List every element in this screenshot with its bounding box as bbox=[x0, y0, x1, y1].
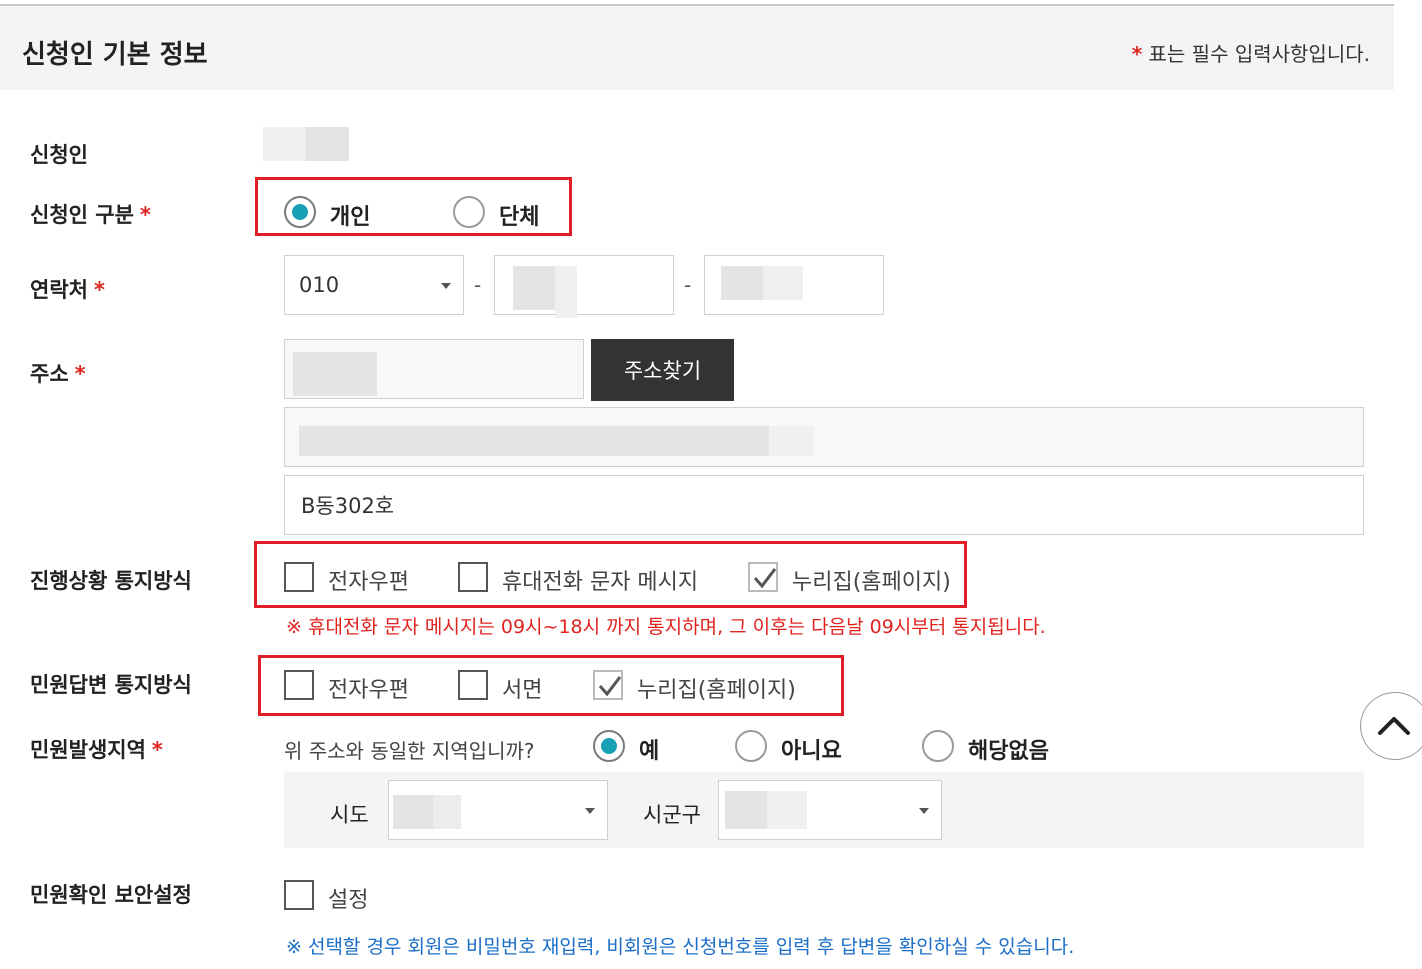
label-answer-notify: 민원답변 통지방식 bbox=[30, 673, 192, 697]
radio-region-yes[interactable] bbox=[593, 730, 625, 762]
section-title: 신청인 기본 정보 bbox=[22, 40, 208, 70]
address-search-button[interactable]: 주소찾기 bbox=[591, 339, 734, 401]
phone-separator-1: - bbox=[474, 273, 482, 297]
address-main-input[interactable] bbox=[284, 407, 1364, 467]
check-answer-paper[interactable] bbox=[458, 670, 488, 700]
postcode-input[interactable] bbox=[284, 339, 584, 399]
phone-separator-2: - bbox=[684, 273, 692, 297]
phone-middle-redacted-2 bbox=[555, 266, 577, 318]
sms-notice: ※ 휴대전화 문자 메시지는 09시~18시 까지 통지하며, 그 이후는 다음… bbox=[286, 616, 1046, 638]
phone-last-redacted bbox=[721, 266, 765, 300]
region-question: 위 주소와 동일한 지역입니까? bbox=[284, 739, 535, 763]
check-answer-email[interactable] bbox=[284, 670, 314, 700]
sigungu-select[interactable] bbox=[718, 780, 942, 840]
section-header: 신청인 기본 정보 * 표는 필수 입력사항입니다. bbox=[0, 4, 1394, 90]
sigungu-label: 시군구 bbox=[643, 803, 701, 827]
sido-select[interactable] bbox=[388, 780, 608, 840]
sido-label: 시도 bbox=[330, 803, 369, 827]
sido-redacted-2 bbox=[433, 795, 461, 829]
check-progress-email-label: 전자우편 bbox=[328, 570, 409, 595]
security-notice: ※ 선택할 경우 회원은 비밀번호 재입력, 비회원은 신청번호를 입력 후 답… bbox=[286, 936, 1075, 958]
phone-middle-input[interactable] bbox=[494, 255, 674, 318]
radio-individual[interactable] bbox=[284, 196, 316, 228]
label-address: 주소 * bbox=[30, 362, 86, 386]
label-applicant-type: 신청인 구분 * bbox=[30, 203, 151, 227]
check-progress-email[interactable] bbox=[284, 562, 314, 592]
checkmark-icon bbox=[598, 676, 622, 697]
checkmark-icon bbox=[753, 568, 777, 589]
radio-region-na-label: 해당없음 bbox=[968, 739, 1049, 764]
address-main-redacted-2 bbox=[769, 426, 814, 456]
scroll-top-button[interactable] bbox=[1360, 692, 1422, 760]
chevron-up-icon bbox=[1378, 717, 1410, 735]
label-contact: 연락처 * bbox=[30, 278, 105, 302]
phone-last-input[interactable] bbox=[704, 255, 884, 315]
check-security-label: 설정 bbox=[328, 888, 369, 913]
region-select-panel: 시도 시군구 bbox=[284, 772, 1364, 848]
applicant-name-redacted-2 bbox=[306, 127, 349, 161]
phone-last-redacted-2 bbox=[763, 266, 803, 300]
label-security: 민원확인 보안설정 bbox=[30, 883, 192, 907]
check-answer-email-label: 전자우편 bbox=[328, 678, 409, 703]
radio-group[interactable] bbox=[453, 196, 485, 228]
check-progress-sms-label: 휴대전화 문자 메시지 bbox=[502, 570, 699, 595]
caret-down-icon bbox=[441, 283, 451, 289]
sido-redacted bbox=[393, 795, 435, 829]
label-region: 민원발생지역 * bbox=[30, 738, 163, 762]
radio-region-na[interactable] bbox=[922, 730, 954, 762]
check-answer-homepage-label: 누리집(홈페이지) bbox=[637, 678, 796, 703]
address-detail-input[interactable]: B동302호 bbox=[284, 475, 1364, 535]
sigungu-redacted bbox=[725, 791, 767, 829]
label-progress-notify: 진행상황 통지방식 bbox=[30, 569, 192, 593]
check-progress-homepage-label: 누리집(홈페이지) bbox=[792, 570, 951, 595]
check-security[interactable] bbox=[284, 880, 314, 910]
check-answer-homepage[interactable] bbox=[593, 670, 623, 700]
phone-prefix-select[interactable]: 010 bbox=[284, 255, 464, 315]
caret-down-icon bbox=[919, 808, 929, 814]
radio-region-no-label: 아니요 bbox=[781, 739, 842, 764]
sigungu-redacted-2 bbox=[767, 791, 807, 829]
phone-middle-redacted bbox=[513, 266, 557, 310]
radio-group-label: 단체 bbox=[499, 205, 540, 230]
required-note: * 표는 필수 입력사항입니다. bbox=[1131, 42, 1370, 66]
label-applicant: 신청인 bbox=[30, 143, 88, 167]
radio-individual-label: 개인 bbox=[330, 205, 371, 230]
radio-region-yes-label: 예 bbox=[639, 739, 660, 764]
address-main-redacted bbox=[299, 426, 769, 456]
check-progress-homepage[interactable] bbox=[748, 562, 778, 592]
check-progress-sms[interactable] bbox=[458, 562, 488, 592]
applicant-name-redacted bbox=[263, 127, 307, 161]
postcode-redacted bbox=[293, 352, 377, 396]
radio-region-no[interactable] bbox=[735, 730, 767, 762]
caret-down-icon bbox=[585, 808, 595, 814]
check-answer-paper-label: 서면 bbox=[502, 678, 543, 703]
